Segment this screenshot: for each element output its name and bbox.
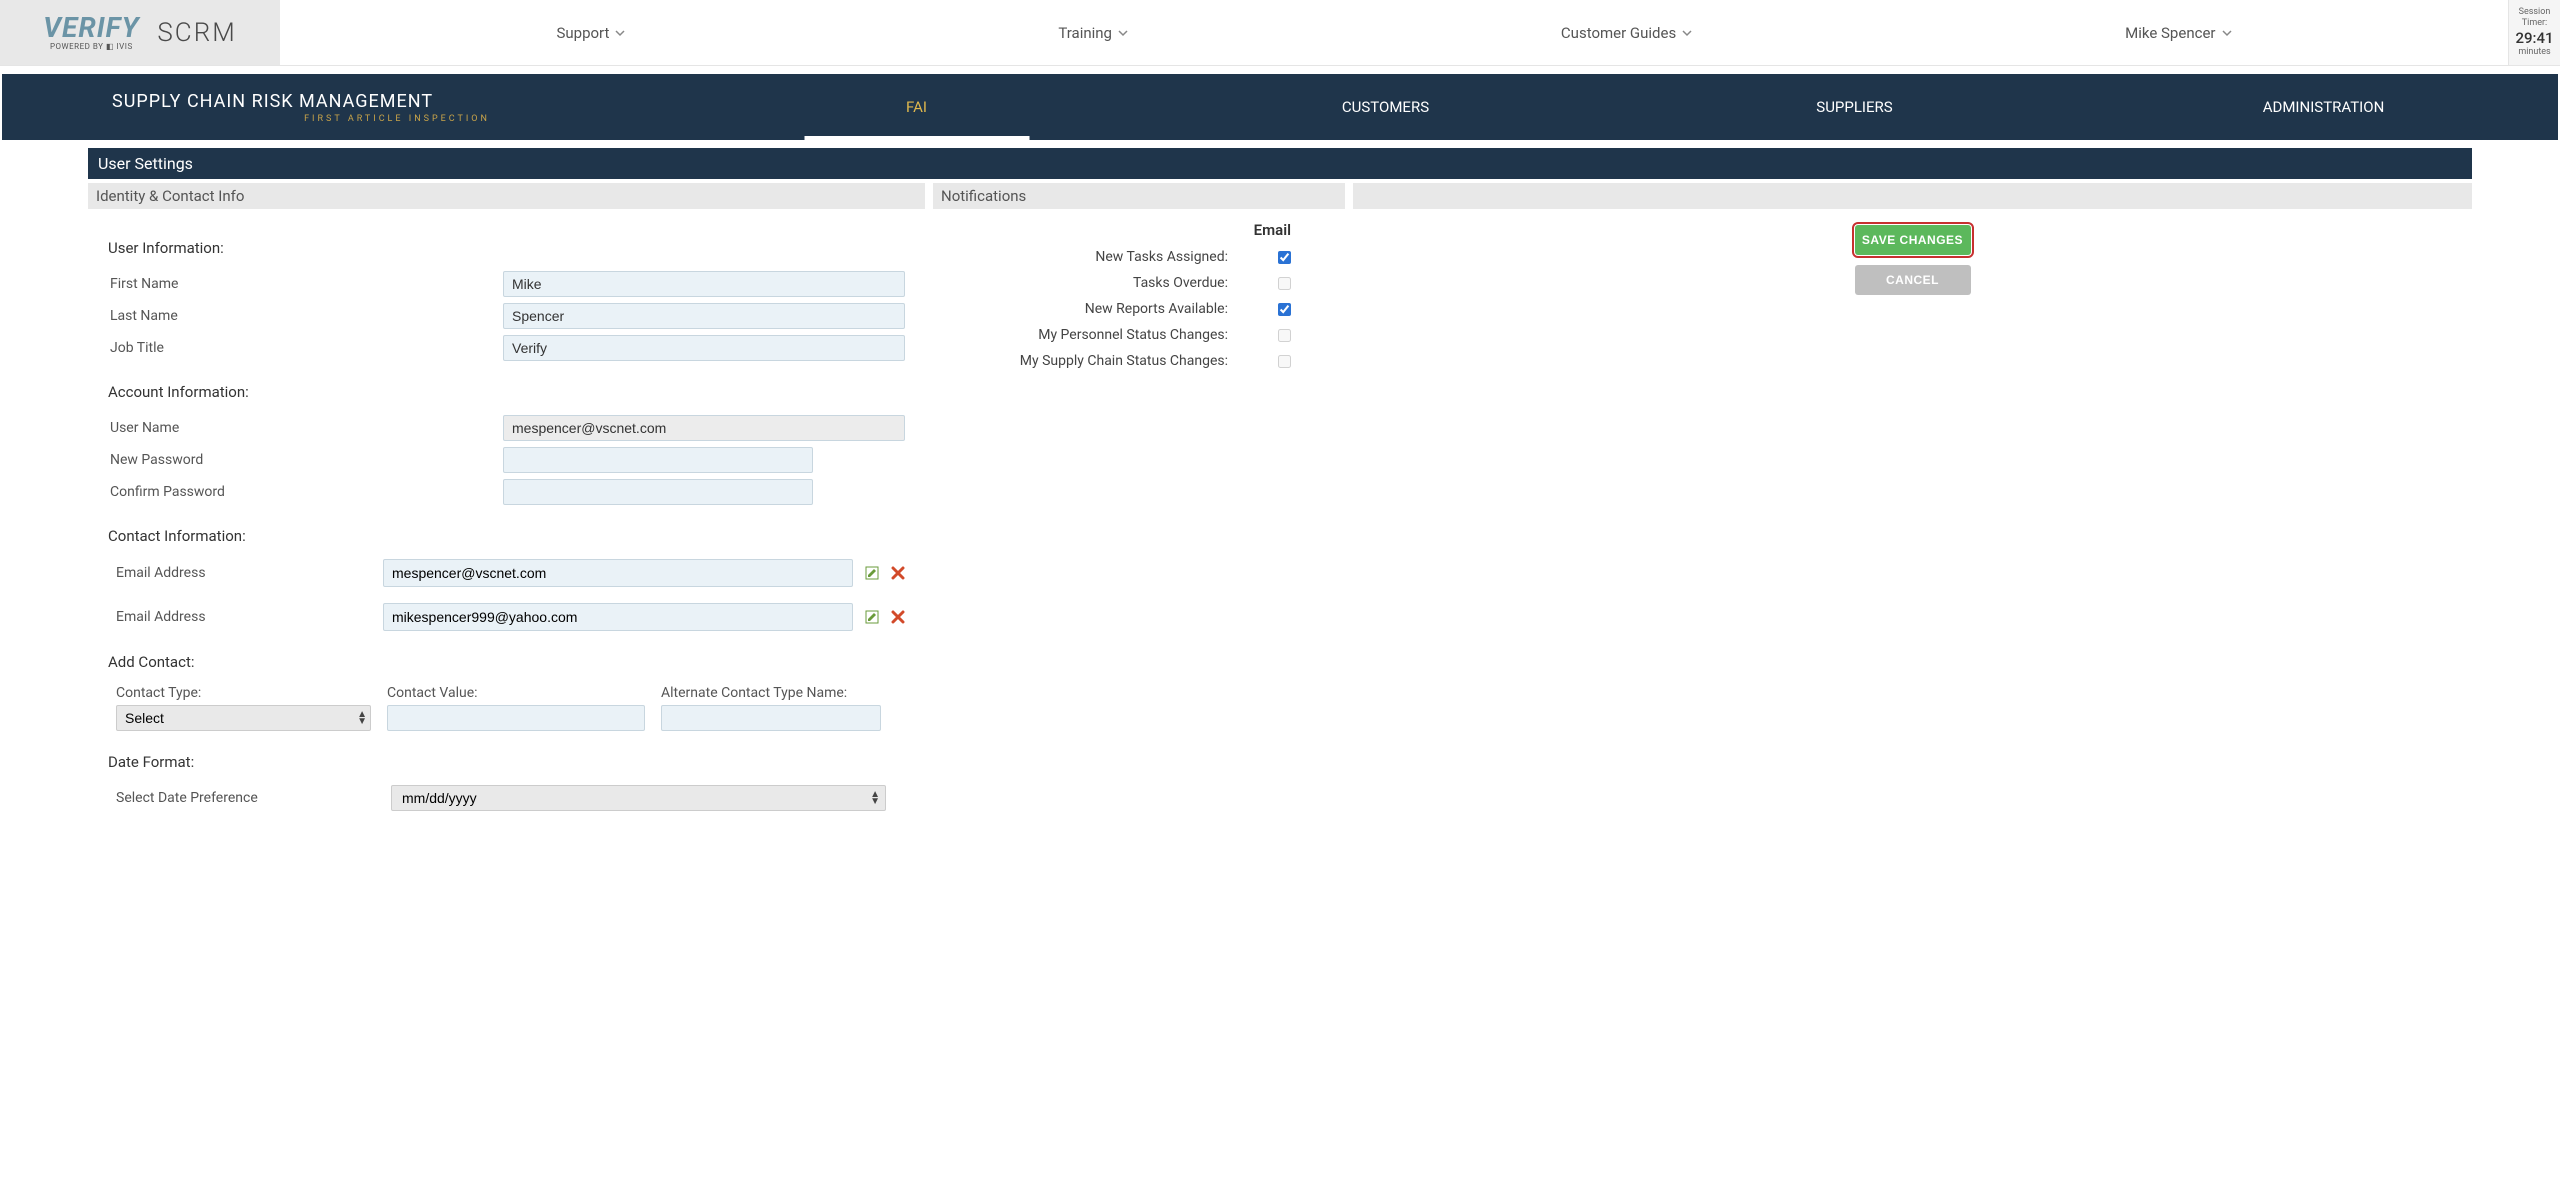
cancel-button[interactable]: CANCEL	[1855, 265, 1971, 295]
identity-header: Identity & Contact Info	[88, 183, 925, 209]
chevron-down-icon	[1118, 28, 1128, 38]
alt-contact-type-input[interactable]	[661, 705, 881, 731]
logo-box: VERIFY POWERED BY ◧ IVIS SCRM	[0, 0, 280, 65]
tab-administration[interactable]: ADMINISTRATION	[2089, 74, 2558, 140]
tab-fai[interactable]: FAI	[682, 74, 1151, 140]
top-nav: Support Training Customer Guides Mike Sp…	[280, 0, 2508, 65]
first-name-input[interactable]	[503, 271, 905, 297]
notif-label: My Supply Chain Status Changes:	[1020, 353, 1228, 369]
page-title: User Settings	[88, 148, 2472, 179]
notif-checkbox[interactable]	[1278, 303, 1291, 316]
edit-icon[interactable]	[865, 566, 879, 580]
last-name-label: Last Name	[108, 308, 503, 324]
notif-column-header: Email	[945, 221, 1333, 239]
date-pref-select[interactable]: mm/dd/yyyy	[391, 785, 886, 811]
actions-header	[1353, 183, 2472, 209]
contact-type-label: Contact Type:	[116, 685, 371, 701]
edit-icon[interactable]	[865, 610, 879, 624]
email-input-1[interactable]	[383, 559, 853, 587]
notif-checkbox	[1278, 355, 1291, 368]
notifications-header: Notifications	[933, 183, 1345, 209]
notif-label: New Reports Available:	[1085, 301, 1228, 317]
alt-contact-type-label: Alternate Contact Type Name:	[661, 685, 881, 701]
chevron-down-icon	[2222, 28, 2232, 38]
email-label: Email Address	[116, 609, 371, 625]
notif-row: New Reports Available:	[945, 301, 1333, 317]
tab-customers[interactable]: CUSTOMERS	[1151, 74, 1620, 140]
notif-label: My Personnel Status Changes:	[1038, 327, 1228, 343]
confirm-password-input[interactable]	[503, 479, 813, 505]
top-header: VERIFY POWERED BY ◧ IVIS SCRM Support Tr…	[0, 0, 2560, 66]
new-password-label: New Password	[108, 452, 503, 468]
session-timer: Session Timer: 29:41 minutes	[2508, 0, 2560, 65]
job-title-input[interactable]	[503, 335, 905, 361]
nav-support[interactable]: Support	[556, 24, 625, 42]
tab-suppliers[interactable]: SUPPLIERS	[1620, 74, 2089, 140]
contact-info-title: Contact Information:	[108, 527, 905, 545]
chevron-down-icon	[615, 28, 625, 38]
account-info-title: Account Information:	[108, 383, 905, 401]
contact-value-label: Contact Value:	[387, 685, 645, 701]
email-input-2[interactable]	[383, 603, 853, 631]
first-name-label: First Name	[108, 276, 503, 292]
notif-checkbox	[1278, 277, 1291, 290]
logo-scrm: SCRM	[157, 18, 236, 48]
app-title: SUPPLY CHAIN RISK MANAGEMENT FIRST ARTIC…	[2, 91, 682, 124]
last-name-input[interactable]	[503, 303, 905, 329]
date-pref-label: Select Date Preference	[116, 790, 391, 806]
contact-value-input[interactable]	[387, 705, 645, 731]
notif-row: My Personnel Status Changes:	[945, 327, 1333, 343]
date-format-title: Date Format:	[108, 753, 905, 771]
email-label: Email Address	[116, 565, 371, 581]
notif-row: Tasks Overdue:	[945, 275, 1333, 291]
confirm-password-label: Confirm Password	[108, 484, 503, 500]
contact-row: Email Address	[108, 603, 905, 631]
contact-row: Email Address	[108, 559, 905, 587]
job-title-label: Job Title	[108, 340, 503, 356]
user-name-label: User Name	[108, 420, 503, 436]
delete-icon[interactable]	[891, 566, 905, 580]
notif-row: My Supply Chain Status Changes:	[945, 353, 1333, 369]
logo-verify: VERIFY POWERED BY ◧ IVIS	[43, 14, 139, 51]
delete-icon[interactable]	[891, 610, 905, 624]
main-tabs: FAI CUSTOMERS SUPPLIERS ADMINISTRATION	[682, 74, 2558, 140]
chevron-down-icon	[1682, 28, 1692, 38]
user-name-input	[503, 415, 905, 441]
nav-user-menu[interactable]: Mike Spencer	[2125, 24, 2231, 42]
notif-row: New Tasks Assigned:	[945, 249, 1333, 265]
contact-type-select[interactable]: Select	[116, 705, 371, 731]
notif-checkbox[interactable]	[1278, 251, 1291, 264]
user-info-title: User Information:	[108, 239, 905, 257]
new-password-input[interactable]	[503, 447, 813, 473]
nav-customer-guides[interactable]: Customer Guides	[1561, 24, 1692, 42]
add-contact-title: Add Contact:	[108, 653, 905, 671]
save-button[interactable]: SAVE CHANGES	[1855, 225, 1971, 255]
notif-label: Tasks Overdue:	[1133, 275, 1228, 291]
notif-checkbox	[1278, 329, 1291, 342]
nav-training[interactable]: Training	[1058, 24, 1128, 42]
notif-label: New Tasks Assigned:	[1095, 249, 1228, 265]
main-nav: SUPPLY CHAIN RISK MANAGEMENT FIRST ARTIC…	[2, 74, 2558, 140]
